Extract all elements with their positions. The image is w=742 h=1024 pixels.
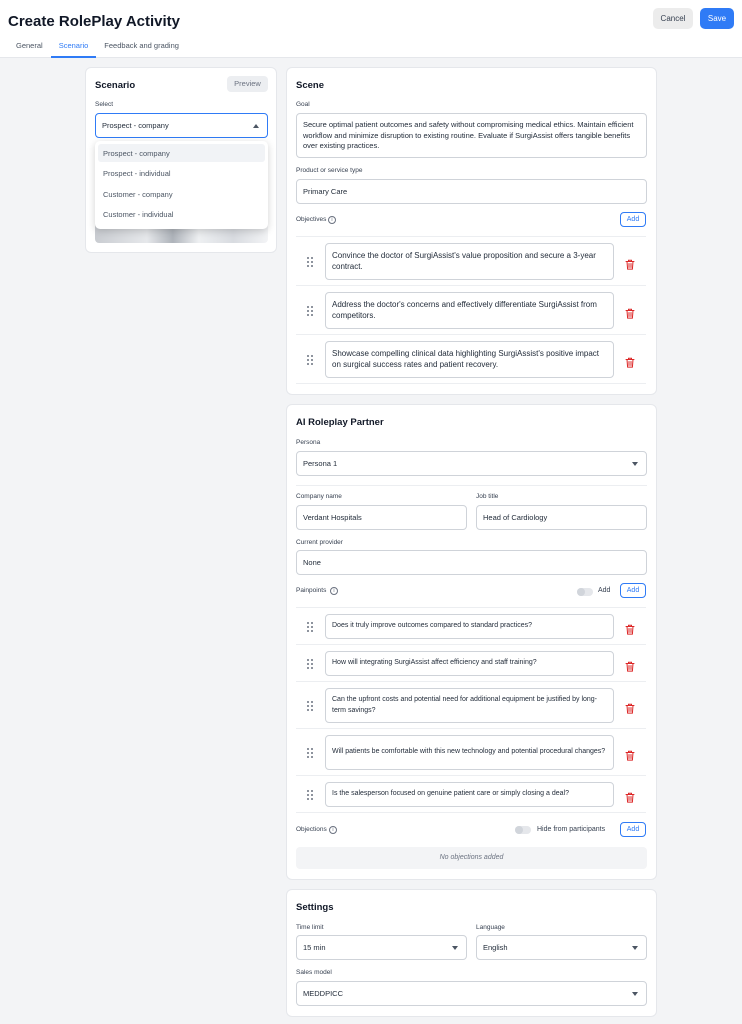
cancel-button[interactable]: Cancel <box>653 8 693 29</box>
add-objective-button[interactable]: Add <box>620 212 646 227</box>
persona-select-value: Persona 1 <box>303 459 338 468</box>
dropdown-option[interactable]: Customer - individual <box>98 205 265 223</box>
partner-title: AI Roleplay Partner <box>296 417 384 428</box>
drag-handle-icon[interactable] <box>307 621 314 632</box>
dropdown-option[interactable]: Prospect - individual <box>98 164 265 182</box>
top-bar: Create RolePlay Activity Cancel Save Gen… <box>0 0 742 58</box>
objections-label: Objections <box>296 826 327 833</box>
painpoints-toggle-label: Add <box>598 587 611 594</box>
save-button[interactable]: Save <box>700 8 734 29</box>
scenario-select-value: Prospect - company <box>102 121 169 130</box>
preview-button[interactable]: Preview <box>227 76 268 92</box>
trash-icon[interactable] <box>625 748 635 761</box>
trash-icon[interactable] <box>625 659 635 672</box>
trash-icon[interactable] <box>625 622 635 635</box>
chevron-down-icon <box>632 461 638 466</box>
goal-textarea[interactable]: Secure optimal patient outcomes and safe… <box>296 113 647 158</box>
divider <box>296 485 647 486</box>
language-label: Language <box>476 924 505 931</box>
page-title: Create RolePlay Activity <box>8 13 181 30</box>
drag-handle-icon[interactable] <box>307 658 314 669</box>
painpoint-row-input[interactable]: Will patients be comfortable with this n… <box>325 735 614 770</box>
painpoint-row-input[interactable]: How will integrating SurgiAssist affect … <box>325 651 614 676</box>
scenario-dropdown-menu: Prospect - company Prospect - individual… <box>95 141 268 229</box>
chevron-down-icon <box>632 991 638 996</box>
trash-icon[interactable] <box>625 701 635 714</box>
drag-handle-icon[interactable] <box>307 256 314 267</box>
info-icon: i <box>329 826 337 834</box>
time-limit-select[interactable]: 15 min <box>296 935 467 960</box>
scenario-title: Scenario <box>95 80 136 91</box>
persona-label: Persona <box>296 439 321 446</box>
drag-handle-icon[interactable] <box>307 354 314 365</box>
trash-icon[interactable] <box>625 257 635 270</box>
painpoints-toggle[interactable] <box>577 588 593 596</box>
add-painpoint-button[interactable]: Add <box>620 583 646 598</box>
persona-select[interactable]: Persona 1 <box>296 451 647 476</box>
product-input[interactable]: Primary Care <box>296 179 647 204</box>
provider-input[interactable]: None <box>296 550 647 575</box>
drag-handle-icon[interactable] <box>307 789 314 800</box>
painpoint-row-input[interactable]: Does it truly improve outcomes compared … <box>325 614 614 639</box>
time-limit-label: Time limit <box>296 924 324 931</box>
sales-model-value: MEDDPICC <box>303 989 344 998</box>
language-value: English <box>483 943 508 952</box>
drag-handle-icon[interactable] <box>307 305 314 316</box>
objective-row-input[interactable]: Showcase compelling clinical data highli… <box>325 341 614 378</box>
drag-handle-icon[interactable] <box>307 700 314 711</box>
scenario-select[interactable]: Prospect - company <box>95 113 268 138</box>
dropdown-option[interactable]: Prospect - company <box>98 144 265 162</box>
info-icon: i <box>330 587 338 595</box>
time-limit-value: 15 min <box>303 943 326 952</box>
chevron-down-icon <box>632 945 638 950</box>
job-title-input[interactable]: Head of Cardiology <box>476 505 647 530</box>
tab-scenario[interactable]: Scenario <box>50 38 97 58</box>
trash-icon[interactable] <box>625 355 635 368</box>
objectives-label: Objectives <box>296 216 327 223</box>
company-label: Company name <box>296 493 342 500</box>
settings-title: Settings <box>296 902 334 913</box>
dropdown-option[interactable]: Customer - company <box>98 185 265 203</box>
drag-handle-icon[interactable] <box>307 747 314 758</box>
objective-row-input[interactable]: Address the doctor's concerns and effect… <box>325 292 614 329</box>
painpoints-label: Painpoints <box>296 587 327 594</box>
job-title-label: Job title <box>476 493 499 500</box>
hide-from-participants-toggle[interactable] <box>515 826 531 834</box>
chevron-down-icon <box>452 945 458 950</box>
product-label: Product or service type <box>296 167 363 174</box>
painpoint-row-input[interactable]: Is the salesperson focused on genuine pa… <box>325 782 614 807</box>
scene-title: Scene <box>296 80 324 91</box>
tab-bar: General Scenario Feedback and grading <box>8 38 187 58</box>
tab-feedback-and-grading[interactable]: Feedback and grading <box>96 38 187 58</box>
painpoint-row-input[interactable]: Can the upfront costs and potential need… <box>325 688 614 723</box>
sales-model-select[interactable]: MEDDPICC <box>296 981 647 1006</box>
goal-label: Goal <box>296 101 310 108</box>
hide-from-participants-label: Hide from participants <box>537 826 606 833</box>
sales-model-label: Sales model <box>296 969 332 976</box>
select-label: Select <box>95 101 114 108</box>
trash-icon[interactable] <box>625 306 635 319</box>
info-icon: i <box>328 216 336 224</box>
no-objections-placeholder: No objections added <box>296 847 647 869</box>
provider-label: Current provider <box>296 539 343 546</box>
trash-icon[interactable] <box>625 790 635 803</box>
objective-row-input[interactable]: Convince the doctor of SurgiAssist's val… <box>325 243 614 280</box>
tab-general[interactable]: General <box>8 38 51 58</box>
add-objection-button[interactable]: Add <box>620 822 646 837</box>
chevron-up-icon <box>253 123 259 128</box>
language-select[interactable]: English <box>476 935 647 960</box>
company-input[interactable]: Verdant Hospitals <box>296 505 467 530</box>
